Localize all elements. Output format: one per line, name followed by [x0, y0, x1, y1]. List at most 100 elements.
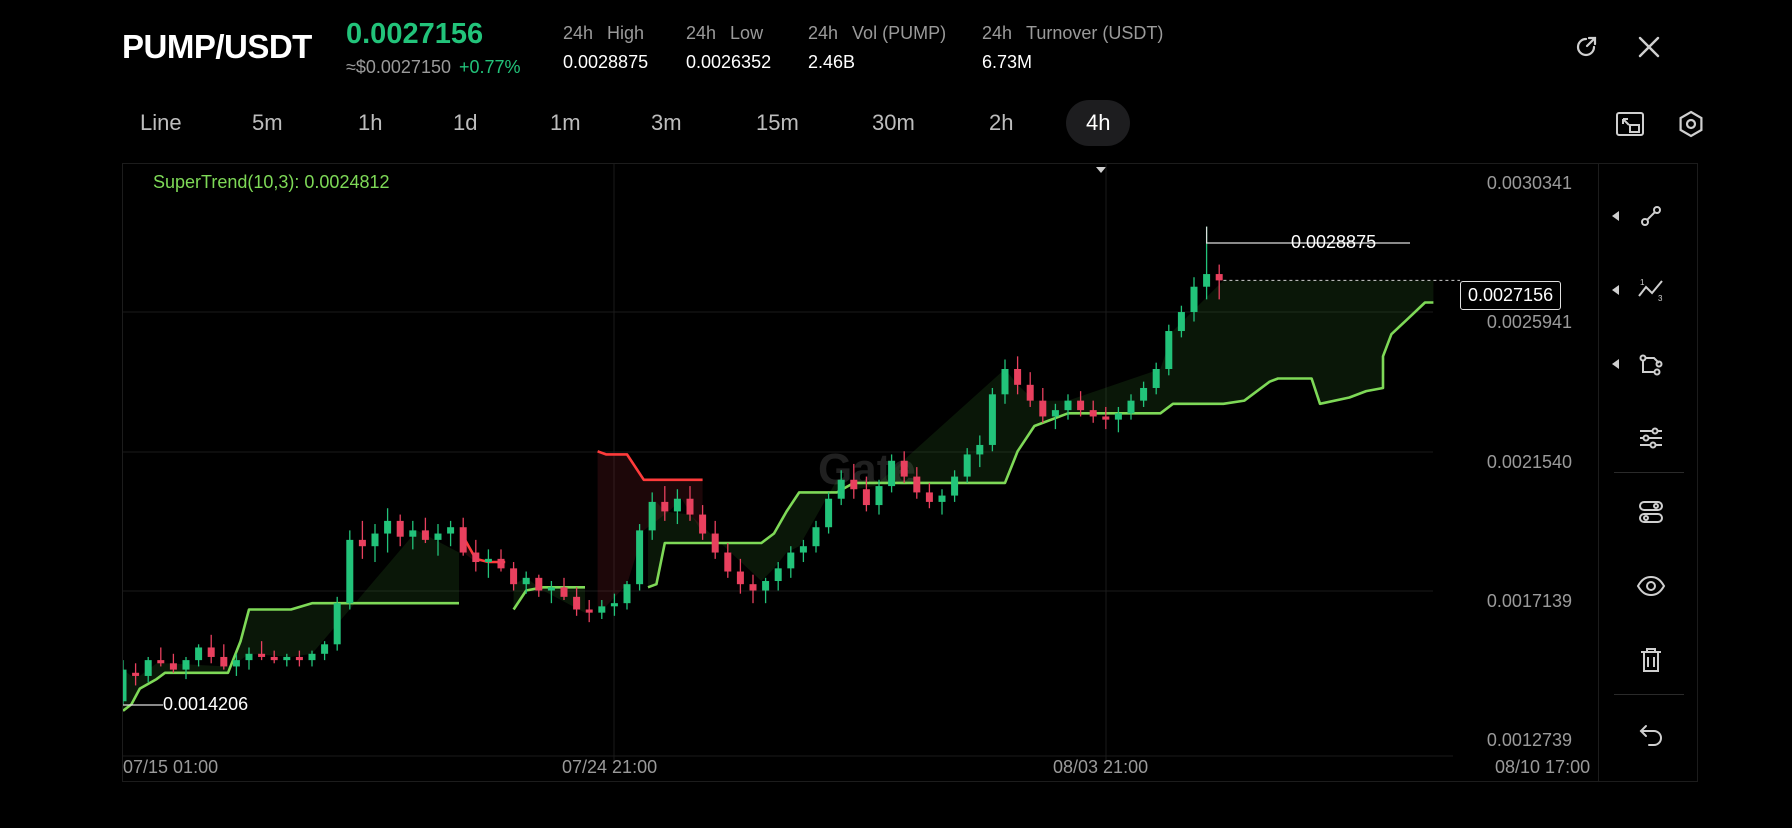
x-tick: 08/03 21:00 — [1053, 757, 1149, 777]
price-subline: ≈$0.0027150 +0.77% — [346, 57, 521, 78]
stat-value: 0.0028875 — [563, 52, 649, 72]
candlestick-chart[interactable]: Gate — [123, 164, 1600, 783]
tab-line[interactable]: Line — [140, 100, 182, 146]
chart-panel[interactable]: Gate SuperTrend(10,3): 0.0024812 0.00303… — [122, 163, 1599, 782]
candle-down — [207, 647, 215, 657]
svg-text:3: 3 — [1658, 294, 1663, 303]
tab-4h[interactable]: 4h — [1066, 100, 1131, 174]
supertrend-indicator-label: SuperTrend(10,3): 0.0024812 — [153, 172, 390, 192]
candle-up — [321, 644, 329, 654]
fullscreen-icon[interactable] — [1613, 107, 1647, 141]
candle-down — [1215, 274, 1223, 281]
candle-down — [1039, 400, 1047, 417]
tab-1h[interactable]: 1h — [358, 100, 382, 146]
y-tick: 0.0017139 — [1486, 591, 1572, 611]
x-tick: 07/24 21:00 — [562, 757, 658, 777]
candle-down — [1077, 400, 1085, 411]
candle-down — [573, 596, 581, 610]
y-tick: 0.0012739 — [1486, 730, 1572, 750]
stat-label: Turnover (USDT) — [1026, 23, 1164, 43]
candle-down — [749, 584, 757, 591]
visibility-eye-icon[interactable] — [1629, 564, 1673, 608]
candle-down — [560, 587, 568, 597]
stat-period: 24h — [563, 23, 594, 43]
candle-up — [799, 546, 807, 553]
line-tool-icon[interactable] — [1629, 194, 1673, 238]
candle-down — [661, 501, 669, 512]
candle-up — [762, 581, 770, 591]
caret-left-icon[interactable] — [1612, 359, 1619, 369]
close-icon[interactable] — [1632, 30, 1666, 64]
candle-down — [535, 577, 543, 591]
drawing-tools-sidebar: 13 — [1599, 163, 1698, 782]
y-tick: 0.0025941 — [1486, 312, 1572, 332]
candle-down — [585, 609, 593, 613]
candle-up — [888, 460, 896, 487]
stat-turnover: 24h Turnover (USDT) 6.73M — [982, 23, 1163, 73]
undo-icon[interactable] — [1629, 712, 1673, 756]
candle-up — [123, 669, 127, 702]
indicator-adjust-icon[interactable] — [1629, 416, 1673, 460]
tab-4h-label: 4h — [1086, 110, 1111, 135]
high-marker-label: 0.0028875 — [1291, 232, 1377, 252]
tab-15m[interactable]: 15m — [756, 100, 799, 146]
candle-up — [648, 501, 656, 531]
candle-down — [358, 539, 366, 547]
candle-up — [1152, 368, 1160, 388]
candle-down — [459, 527, 467, 553]
layers-adjust-icon[interactable] — [1629, 490, 1673, 534]
external-link-icon[interactable] — [1569, 30, 1603, 64]
tab-2h[interactable]: 2h — [989, 100, 1013, 146]
candle-up — [346, 539, 354, 604]
tab-5m[interactable]: 5m — [252, 100, 283, 146]
candle-down — [258, 653, 266, 657]
caret-left-icon[interactable] — [1612, 211, 1619, 221]
candle-down — [913, 476, 921, 493]
stat-low: 24h Low 0.0026352 — [686, 23, 771, 73]
settings-hexagon-icon[interactable] — [1674, 107, 1708, 141]
candle-down — [686, 498, 694, 515]
candle-down — [157, 660, 165, 664]
candle-up — [938, 495, 946, 502]
candle-down — [472, 552, 480, 563]
supertrend-down-line — [462, 536, 506, 564]
tab-1d[interactable]: 1d — [453, 100, 477, 146]
candle-up — [1064, 400, 1072, 411]
candle-up — [825, 498, 833, 528]
candle-up — [232, 660, 240, 667]
candle-down — [900, 460, 908, 477]
candle-up — [144, 660, 152, 676]
candle-up — [245, 653, 253, 661]
candle-up — [547, 587, 555, 591]
stat-period: 24h — [686, 23, 717, 43]
candle-up — [1165, 331, 1173, 369]
fib-tool-icon[interactable]: 13 — [1629, 268, 1673, 312]
shape-tool-icon[interactable] — [1629, 342, 1673, 386]
caret-left-icon[interactable] — [1612, 285, 1619, 295]
stat-label: High — [607, 23, 645, 43]
candle-down — [724, 552, 732, 572]
candle-down — [497, 558, 505, 569]
trash-icon[interactable] — [1629, 638, 1673, 682]
candle-up — [636, 530, 644, 585]
x-tick: 07/15 01:00 — [123, 757, 219, 777]
x-tick: 08/10 17:00 — [1495, 757, 1591, 777]
stat-value: 0.0026352 — [686, 52, 772, 72]
tab-3m[interactable]: 3m — [651, 100, 682, 146]
candle-down — [1089, 410, 1097, 417]
candle-up — [1140, 387, 1148, 401]
tab-1m[interactable]: 1m — [550, 100, 581, 146]
stat-period: 24h — [808, 23, 839, 43]
tab-30m[interactable]: 30m — [872, 100, 915, 146]
candle-up — [812, 527, 820, 547]
candle-up — [333, 603, 341, 645]
candle-up — [1177, 312, 1185, 332]
candle-up — [1051, 410, 1059, 417]
candle-up — [623, 584, 631, 604]
candle-up — [673, 498, 681, 512]
divider — [1614, 472, 1684, 473]
current-price-tag: 0.0027156 — [1460, 281, 1562, 310]
candle-up — [447, 527, 455, 534]
candle-up — [1203, 274, 1211, 287]
usd-price: ≈$0.0027150 — [346, 57, 451, 77]
